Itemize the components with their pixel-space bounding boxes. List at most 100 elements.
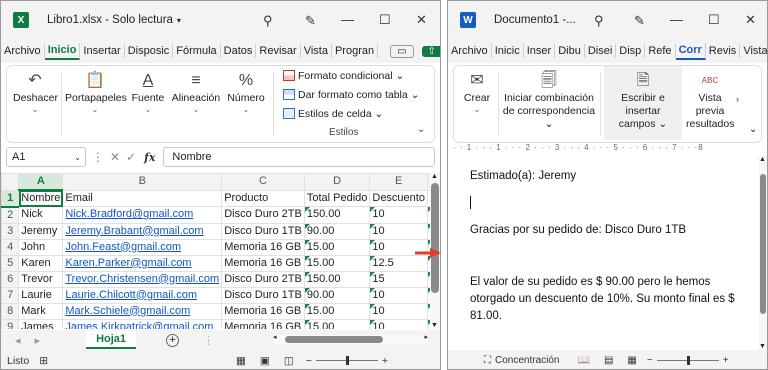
row-header[interactable]: 1 <box>1 189 20 208</box>
tab-archivo[interactable]: Archivo <box>1 44 45 58</box>
cell[interactable]: Mark <box>18 302 64 320</box>
cell[interactable]: Descuento <box>369 189 428 207</box>
cell[interactable]: Producto <box>221 189 305 207</box>
scroll-left-icon[interactable]: ◂ <box>273 333 277 341</box>
cell[interactable]: 15 <box>369 270 428 288</box>
zoom-in-icon[interactable]: + <box>382 355 388 367</box>
row-header[interactable]: 2 <box>1 206 20 224</box>
cell[interactable]: Karen.Parker@gmail.com <box>62 254 223 272</box>
cell[interactable]: Email <box>62 189 223 207</box>
vertical-scrollbar[interactable]: ▲ ▼ <box>758 156 767 350</box>
clipboard-button[interactable]: 📋 Portapapeles ⌄ <box>65 66 127 115</box>
document-page[interactable]: Estimado(a): Jeremy Gracias por su pedid… <box>448 156 758 350</box>
preview-results-button[interactable]: ABC Vista previa resultados <box>686 66 734 131</box>
column-header[interactable]: C <box>221 173 305 191</box>
chevron-down-icon[interactable]: ▾ <box>177 16 181 25</box>
share-button[interactable]: ⇧ ⌄ <box>421 45 440 57</box>
tab-disposicion[interactable]: Disp <box>616 44 646 58</box>
cell[interactable]: James.Kirkpatrick@gmail.com <box>62 318 223 329</box>
zoom-in-icon[interactable]: + <box>723 355 729 366</box>
read-mode-icon[interactable]: 📖 <box>577 355 589 366</box>
cell[interactable]: Laurie <box>18 286 64 304</box>
scroll-right-icon[interactable]: ▸ <box>424 333 428 341</box>
zoom-out-icon[interactable]: − <box>647 355 653 366</box>
tab-insertar[interactable]: Inser <box>524 44 556 58</box>
cell[interactable]: John <box>18 238 64 256</box>
start-mail-merge-button[interactable]: 🗐 Iniciar combinación de correspondencia… <box>502 66 596 131</box>
ribbon-collapse-icon[interactable]: ⌄ <box>749 124 757 135</box>
scroll-down-icon[interactable]: ▼ <box>759 343 766 350</box>
row-header[interactable]: 7 <box>1 286 20 304</box>
row-header[interactable]: 3 <box>1 222 20 240</box>
cell[interactable]: 15.00 <box>303 318 371 329</box>
zoom-knob[interactable] <box>686 356 690 365</box>
cell[interactable]: 15.00 <box>303 238 371 256</box>
cell[interactable]: Disco Duro 1TB <box>221 286 305 304</box>
prev-sheet-icon[interactable]: ◂ <box>15 334 21 347</box>
zoom-slider[interactable] <box>656 356 719 365</box>
tab-diseno[interactable]: Disei <box>585 44 617 58</box>
page-break-icon[interactable]: ◫ <box>284 355 294 367</box>
row-header[interactable]: 9 <box>1 318 20 329</box>
cell[interactable]: 10 <box>369 302 428 320</box>
zoom-slider[interactable] <box>315 356 378 365</box>
cancel-check-icons[interactable]: ⋮✕✓ <box>92 150 142 164</box>
scroll-thumb[interactable] <box>760 174 766 314</box>
cell[interactable]: 150.00 <box>303 270 371 288</box>
sheet-tab[interactable]: Hoja1 <box>86 331 137 349</box>
cell-styles-button[interactable]: Estilos de celda ⌄ <box>283 108 383 120</box>
cell[interactable]: Disco Duro 2TB <box>221 270 305 288</box>
cell[interactable]: 10 <box>369 318 428 329</box>
cell[interactable]: John.Feast@gmail.com <box>62 238 223 256</box>
chevron-right-icon[interactable]: › <box>736 94 739 104</box>
column-header[interactable]: B <box>62 173 223 191</box>
print-layout-icon[interactable]: ▤ <box>604 355 613 366</box>
tab-referencias[interactable]: Refe <box>645 44 676 58</box>
minimize-button[interactable]: — <box>670 12 683 27</box>
create-button[interactable]: ✉ Crear ⌄ <box>460 66 494 115</box>
select-all-corner[interactable] <box>1 173 20 191</box>
formula-input[interactable]: Nombre <box>163 147 435 167</box>
focus-mode-button[interactable]: Concentración <box>495 355 559 366</box>
comments-icon[interactable]: ▭ <box>390 44 414 58</box>
web-layout-icon[interactable]: ▦ <box>627 355 636 366</box>
spreadsheet-grid[interactable]: A B C D E F 1NombreEmailProductoTotal Pe… <box>1 173 431 329</box>
tab-correspondencia[interactable]: Corr <box>675 42 706 60</box>
pen-icon[interactable]: ✎ <box>634 13 645 29</box>
cell[interactable]: Jeremy.Brabant@gmail.com <box>62 222 223 240</box>
tab-programador[interactable]: Progran <box>332 44 379 58</box>
ribbon-collapse-icon[interactable]: ⌄ <box>417 124 425 135</box>
name-box[interactable]: A1 ⌄ <box>6 147 86 167</box>
function-icon[interactable]: fx <box>144 151 155 164</box>
undo-button[interactable]: ↶ Deshacer ⌄ <box>13 66 58 115</box>
horizontal-scrollbar[interactable]: ◂ ▸ <box>273 333 428 344</box>
cell[interactable]: James <box>18 318 64 329</box>
row-header[interactable]: 4 <box>1 238 20 256</box>
write-insert-fields-button[interactable]: 🗎 Escribir e insertar campos ⌄ <box>604 66 682 140</box>
page-layout-icon[interactable]: ▣ <box>260 355 270 367</box>
cell[interactable]: Nick.Bradford@gmail.com <box>62 206 223 224</box>
zoom-out-icon[interactable]: − <box>306 355 312 367</box>
scroll-thumb[interactable] <box>285 336 383 343</box>
cell[interactable]: Jeremy <box>18 222 64 240</box>
tab-formulas[interactable]: Fórmula <box>173 44 221 58</box>
scroll-up-icon[interactable]: ▲ <box>759 156 766 163</box>
scroll-up-icon[interactable]: ▲ <box>431 173 438 180</box>
tab-revisar[interactable]: Revis <box>706 44 741 58</box>
excel-window-title[interactable]: Libro1.xlsx - Solo lectura <box>47 14 173 26</box>
cell[interactable]: Memoria 16 GB <box>221 318 305 329</box>
add-sheet-icon[interactable]: + <box>166 333 180 347</box>
tab-dibujar[interactable]: Dibu <box>555 44 585 58</box>
cell[interactable]: 10 <box>369 286 428 304</box>
font-button[interactable]: A Fuente ⌄ <box>129 66 167 115</box>
cell[interactable]: Total Pedido <box>303 189 371 207</box>
row-header[interactable]: 6 <box>1 270 20 288</box>
cell[interactable]: 15.00 <box>303 302 371 320</box>
scroll-down-icon[interactable]: ▼ <box>431 322 438 329</box>
tab-inicio[interactable]: Inicio <box>44 42 81 60</box>
focus-icon[interactable]: ⛶ <box>484 355 491 366</box>
tab-disposicion[interactable]: Disposic <box>125 44 174 58</box>
cell[interactable]: 15.00 <box>303 254 371 272</box>
tab-inicio[interactable]: Inicic <box>492 44 524 58</box>
tab-revisar[interactable]: Revisar <box>256 44 301 58</box>
